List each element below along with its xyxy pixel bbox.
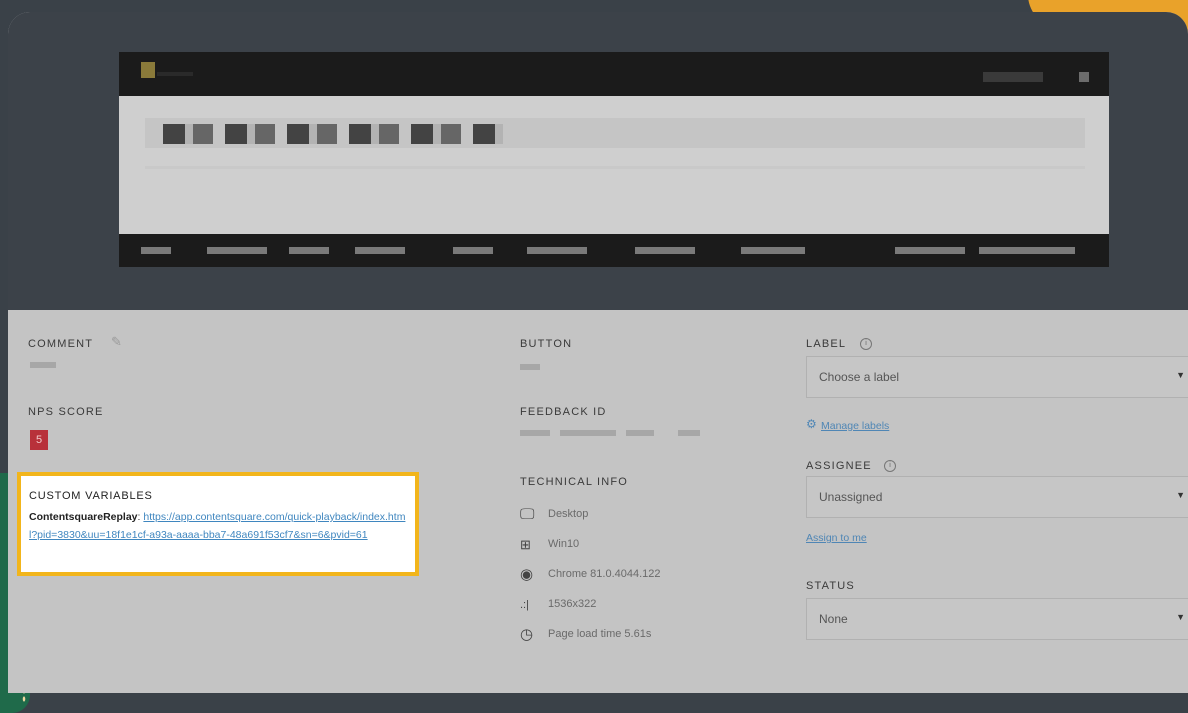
preview-footer-item (289, 247, 329, 254)
label-select[interactable]: Choose a label ▼ (806, 356, 1188, 398)
status-title: STATUS (806, 580, 855, 592)
button-value-redacted (520, 364, 540, 370)
custom-variables-title: CUSTOM VARIABLES (29, 490, 153, 502)
pencil-icon[interactable]: ✎ (111, 334, 122, 350)
device-value: Desktop (548, 508, 589, 520)
feedback-id-redacted (520, 430, 550, 436)
preview-footer-item (141, 247, 171, 254)
feedback-details-panel: COMMENT ✎ NPS SCORE 5 CUSTOM VARIABLES C… (8, 310, 1188, 693)
load-time-value: Page load time 5.61s (548, 628, 652, 640)
caret-down-icon: ▼ (1176, 490, 1185, 500)
button-label: BUTTON (520, 338, 573, 350)
preview-footer-item (453, 247, 493, 254)
preview-header-bar (119, 52, 1109, 96)
comment-label: COMMENT (28, 338, 94, 350)
preview-footer-item (355, 247, 405, 254)
info-icon: i (860, 338, 872, 350)
feedback-id-label: FEEDBACK ID (520, 406, 607, 418)
preview-footer-item (207, 247, 267, 254)
nps-score-label: NPS SCORE (28, 406, 104, 418)
label-select-value: Choose a label (819, 370, 900, 384)
preview-blurred-heading (163, 124, 503, 144)
comment-value-redacted (30, 362, 56, 368)
custom-variable-entry: ContentsquareReplay: https://app.content… (29, 511, 406, 541)
chrome-icon: ◉ (520, 566, 534, 583)
custom-variable-key: ContentsquareReplay (29, 511, 138, 523)
monitor-icon: 🖵 (520, 506, 535, 523)
label-title: LABEL (806, 338, 847, 350)
signal-bars-icon: .:| (520, 599, 529, 611)
feedback-id-redacted (678, 430, 700, 436)
gear-icon[interactable]: ⚙ (806, 417, 817, 431)
clock-icon: ◷ (520, 626, 534, 643)
screenshot-area (8, 12, 1188, 310)
os-value: Win10 (548, 538, 580, 550)
preview-footer-bar (119, 234, 1109, 267)
manage-labels-link[interactable]: Manage labels (821, 420, 889, 432)
preview-logo-text (157, 72, 193, 76)
preview-footer-item (895, 247, 965, 254)
caret-down-icon: ▼ (1176, 370, 1185, 380)
preview-footer-item (741, 247, 805, 254)
feedback-detail-frame: COMMENT ✎ NPS SCORE 5 CUSTOM VARIABLES C… (8, 12, 1188, 693)
preview-footer-item (635, 247, 695, 254)
custom-variables-box: CUSTOM VARIABLES ContentsquareReplay: ht… (17, 472, 419, 576)
assignee-title: ASSIGNEE (806, 460, 872, 472)
preview-nav-icon (1079, 72, 1089, 82)
feedback-id-redacted (626, 430, 654, 436)
feedback-id-redacted (560, 430, 616, 436)
preview-footer-item (527, 247, 587, 254)
preview-logo (141, 62, 155, 78)
assign-to-me-link[interactable]: Assign to me (806, 532, 867, 544)
nps-score-badge: 5 (30, 430, 48, 450)
preview-body (119, 96, 1109, 234)
browser-value: Chrome 81.0.4044.122 (548, 568, 661, 580)
status-select[interactable]: None ▼ (806, 598, 1188, 640)
assignee-select-value: Unassigned (819, 490, 883, 504)
preview-nav-item (983, 72, 1043, 82)
caret-down-icon: ▼ (1176, 612, 1185, 622)
page-screenshot-preview[interactable] (119, 52, 1109, 267)
technical-info-label: TECHNICAL INFO (520, 476, 629, 488)
assignee-select[interactable]: Unassigned ▼ (806, 476, 1188, 518)
preview-divider (145, 166, 1085, 169)
resolution-value: 1536x322 (548, 598, 597, 610)
status-select-value: None (819, 612, 848, 626)
windows-icon: ⊞ (520, 537, 531, 552)
preview-footer-item (979, 247, 1075, 254)
info-icon: i (884, 460, 896, 472)
